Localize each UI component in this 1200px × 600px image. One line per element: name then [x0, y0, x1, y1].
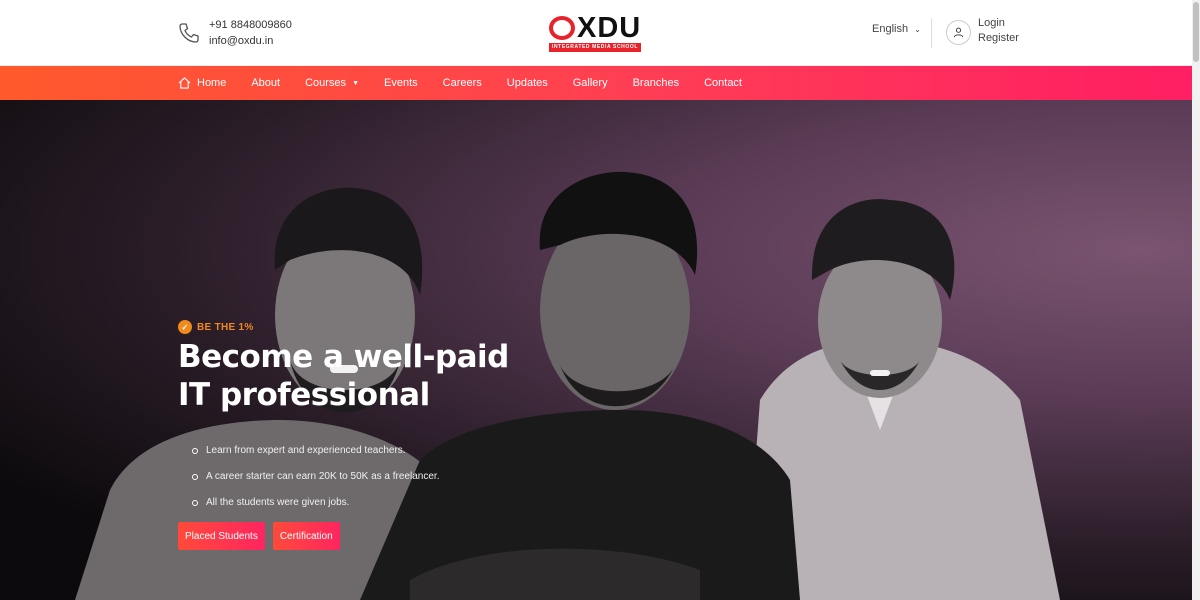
page-scrollbar[interactable]: [1192, 0, 1200, 600]
divider: [931, 18, 932, 48]
hero-bullets: Learn from expert and experienced teache…: [192, 438, 538, 516]
hero-headline: Become a well-paid IT professional: [178, 339, 509, 413]
nav-item-careers[interactable]: Careers: [443, 77, 482, 89]
verified-badge-icon: ✓: [178, 320, 192, 334]
hero-content: ✓ BE THE 1% Become a well-paid IT profes…: [178, 320, 538, 550]
language-selector[interactable]: English ⌄: [872, 23, 921, 35]
language-label: English: [872, 23, 909, 35]
badge-text: BE THE 1%: [197, 321, 254, 333]
phone-icon: [179, 23, 199, 43]
nav-label: Courses: [305, 77, 347, 89]
nav-label: Updates: [506, 77, 548, 89]
top-bar: +91 8848009860 info@oxdu.in XDU INTEGRAT…: [0, 0, 1200, 66]
bullet-dot-icon: [192, 500, 198, 506]
bullet-dot-icon: [192, 474, 198, 480]
nav-item-about[interactable]: About: [251, 77, 280, 89]
logo-tagline: INTEGRATED MEDIA SCHOOL: [549, 43, 641, 52]
phone-number[interactable]: +91 8848009860: [209, 17, 292, 33]
nav-item-branches[interactable]: Branches: [633, 77, 679, 89]
nav-item-events[interactable]: Events: [384, 77, 418, 89]
nav-label: Home: [197, 77, 227, 89]
chevron-down-icon: ⌄: [914, 24, 921, 34]
nav-label: About: [251, 77, 281, 89]
nav-item-contact[interactable]: Contact: [704, 77, 742, 89]
certification-button[interactable]: Certification: [272, 522, 340, 550]
bullet-item: Learn from expert and experienced teache…: [192, 438, 538, 464]
home-icon: [178, 77, 191, 89]
hero-banner: ✓ BE THE 1% Become a well-paid IT profes…: [0, 100, 1200, 600]
nav-item-courses[interactable]: Courses ▼: [305, 77, 359, 89]
caret-down-icon: ▼: [352, 79, 359, 87]
hero-buttons: Placed Students Certification: [178, 522, 538, 550]
logo-wordmark: XDU: [577, 12, 642, 44]
bullet-item: All the students were given jobs.: [192, 490, 538, 516]
scrollbar-thumb[interactable]: [1193, 2, 1199, 62]
login-link[interactable]: Login: [978, 16, 1019, 31]
nav-label: Gallery: [572, 77, 608, 89]
main-nav: Home About Courses ▼ Events Careers Upda…: [0, 66, 1200, 100]
bullet-text: A career starter can earn 20K to 50K as …: [206, 471, 440, 482]
email-address[interactable]: info@oxdu.in: [209, 33, 292, 49]
oxdu-logo[interactable]: XDU INTEGRATED MEDIA SCHOOL: [549, 14, 643, 54]
nav-label: Contact: [704, 77, 742, 89]
hero-badge: ✓ BE THE 1%: [178, 320, 538, 334]
nav-item-home[interactable]: Home: [178, 77, 226, 89]
bullet-text: All the students were given jobs.: [206, 497, 350, 508]
nav-label: Branches: [632, 77, 680, 89]
placed-students-button[interactable]: Placed Students: [178, 522, 265, 550]
bullet-text: Learn from expert and experienced teache…: [206, 445, 406, 456]
bullet-dot-icon: [192, 448, 198, 454]
bullet-item: A career starter can earn 20K to 50K as …: [192, 464, 538, 490]
nav-item-gallery[interactable]: Gallery: [573, 77, 608, 89]
auth-links: Login Register: [978, 16, 1019, 46]
nav-label: Careers: [442, 77, 482, 89]
register-link[interactable]: Register: [978, 31, 1019, 46]
nav-item-updates[interactable]: Updates: [507, 77, 548, 89]
contact-info: +91 8848009860 info@oxdu.in: [177, 17, 292, 49]
user-icon[interactable]: [946, 20, 971, 45]
nav-label: Events: [384, 77, 418, 89]
